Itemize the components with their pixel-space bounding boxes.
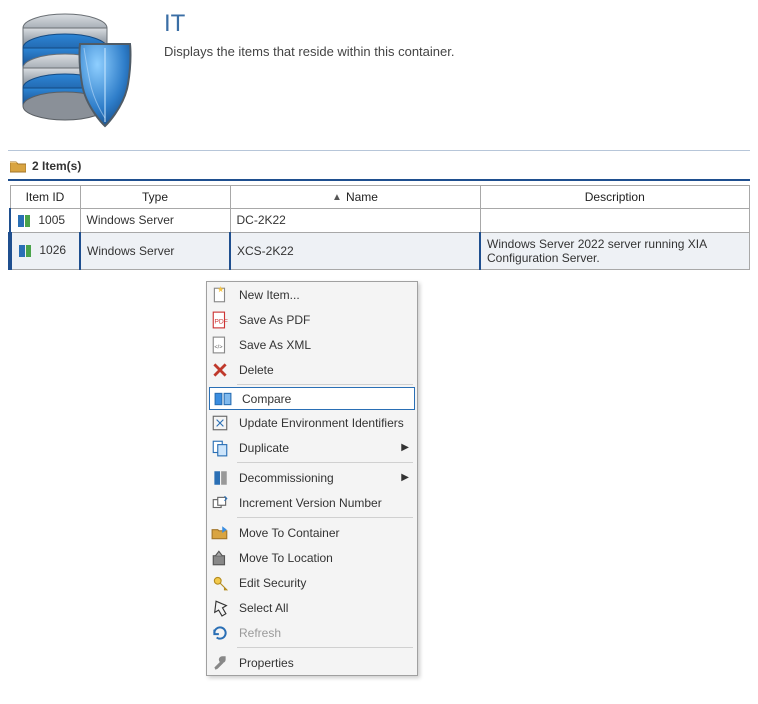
submenu-arrow-icon: ▶ bbox=[401, 472, 409, 483]
table-row[interactable]: 1005 Windows Server DC-2K22 bbox=[10, 209, 750, 233]
menu-properties[interactable]: Properties bbox=[207, 650, 417, 675]
folder-icon bbox=[10, 159, 26, 173]
menu-label: Properties bbox=[239, 656, 294, 670]
pdf-icon: PDF bbox=[211, 311, 229, 329]
menu-separator bbox=[237, 384, 413, 385]
page-subtitle: Displays the items that reside within th… bbox=[164, 44, 454, 59]
col-header-description[interactable]: Description bbox=[480, 186, 750, 209]
refresh-icon bbox=[211, 624, 229, 642]
cell-type: Windows Server bbox=[80, 232, 230, 269]
delete-icon bbox=[211, 361, 229, 379]
menu-label: Delete bbox=[239, 363, 274, 377]
cell-id: 1026 bbox=[39, 243, 66, 257]
xml-icon: </> bbox=[211, 336, 229, 354]
col-header-name[interactable]: ▲ Name bbox=[230, 186, 480, 209]
menu-separator bbox=[237, 517, 413, 518]
menu-move-location[interactable]: Move To Location bbox=[207, 545, 417, 570]
menu-compare[interactable]: Compare bbox=[209, 387, 415, 410]
menu-duplicate[interactable]: Duplicate ▶ bbox=[207, 435, 417, 460]
sort-asc-icon: ▲ bbox=[332, 192, 342, 203]
increment-icon bbox=[211, 494, 229, 512]
menu-label: Duplicate bbox=[239, 441, 289, 455]
svg-text:PDF: PDF bbox=[214, 318, 228, 325]
server-icon bbox=[17, 214, 31, 228]
cell-name: XCS-2K22 bbox=[230, 232, 480, 269]
cell-description bbox=[480, 209, 750, 233]
menu-label: Update Environment Identifiers bbox=[239, 416, 404, 430]
page-header: IT Displays the items that reside within… bbox=[0, 0, 758, 144]
menu-update-env[interactable]: Update Environment Identifiers bbox=[207, 410, 417, 435]
menu-label: New Item... bbox=[239, 288, 300, 302]
select-all-icon bbox=[211, 599, 229, 617]
menu-label: Move To Location bbox=[239, 551, 333, 565]
table-header-row: Item ID Type ▲ Name Description bbox=[10, 186, 750, 209]
cell-id: 1005 bbox=[38, 213, 65, 227]
table-row[interactable]: 1026 Windows Server XCS-2K22 Windows Ser… bbox=[10, 232, 750, 269]
move-container-icon bbox=[211, 524, 229, 542]
menu-label: Select All bbox=[239, 601, 288, 615]
menu-refresh: Refresh bbox=[207, 620, 417, 645]
col-header-type[interactable]: Type bbox=[80, 186, 230, 209]
svg-text:</>: </> bbox=[214, 344, 222, 350]
col-header-id[interactable]: Item ID bbox=[10, 186, 80, 209]
menu-edit-security[interactable]: Edit Security bbox=[207, 570, 417, 595]
decommission-icon bbox=[211, 469, 229, 487]
cell-name: DC-2K22 bbox=[230, 209, 480, 233]
menu-increment-version[interactable]: Increment Version Number bbox=[207, 490, 417, 515]
item-count-row: 2 Item(s) bbox=[0, 157, 758, 179]
menu-label: Save As XML bbox=[239, 338, 311, 352]
menu-save-xml[interactable]: </> Save As XML bbox=[207, 332, 417, 357]
context-menu: New Item... PDF Save As PDF </> Save As … bbox=[206, 281, 418, 676]
update-env-icon bbox=[211, 414, 229, 432]
item-count-text: 2 Item(s) bbox=[32, 159, 81, 173]
security-icon bbox=[211, 574, 229, 592]
menu-select-all[interactable]: Select All bbox=[207, 595, 417, 620]
col-header-name-label: Name bbox=[346, 190, 378, 204]
menu-label: Decommissioning bbox=[239, 471, 334, 485]
menu-separator bbox=[237, 462, 413, 463]
server-icon bbox=[18, 244, 32, 258]
compare-icon bbox=[214, 390, 232, 408]
items-table: Item ID Type ▲ Name Description 1005 Win… bbox=[8, 185, 750, 270]
table-top-rule bbox=[8, 179, 750, 181]
duplicate-icon bbox=[211, 439, 229, 457]
container-db-shield-icon bbox=[10, 6, 150, 134]
new-item-icon bbox=[211, 286, 229, 304]
move-location-icon bbox=[211, 549, 229, 567]
menu-decommissioning[interactable]: Decommissioning ▶ bbox=[207, 465, 417, 490]
menu-save-pdf[interactable]: PDF Save As PDF bbox=[207, 307, 417, 332]
menu-label: Increment Version Number bbox=[239, 496, 382, 510]
cell-type: Windows Server bbox=[80, 209, 230, 233]
menu-label: Edit Security bbox=[239, 576, 306, 590]
menu-new-item[interactable]: New Item... bbox=[207, 282, 417, 307]
menu-label: Refresh bbox=[239, 626, 281, 640]
cell-description: Windows Server 2022 server running XIA C… bbox=[480, 232, 750, 269]
menu-label: Compare bbox=[242, 392, 291, 406]
menu-move-container[interactable]: Move To Container bbox=[207, 520, 417, 545]
menu-delete[interactable]: Delete bbox=[207, 357, 417, 382]
submenu-arrow-icon: ▶ bbox=[401, 442, 409, 453]
divider bbox=[8, 150, 750, 151]
properties-icon bbox=[211, 654, 229, 672]
menu-label: Move To Container bbox=[239, 526, 340, 540]
menu-label: Save As PDF bbox=[239, 313, 310, 327]
menu-separator bbox=[237, 647, 413, 648]
page-title: IT bbox=[164, 10, 454, 38]
